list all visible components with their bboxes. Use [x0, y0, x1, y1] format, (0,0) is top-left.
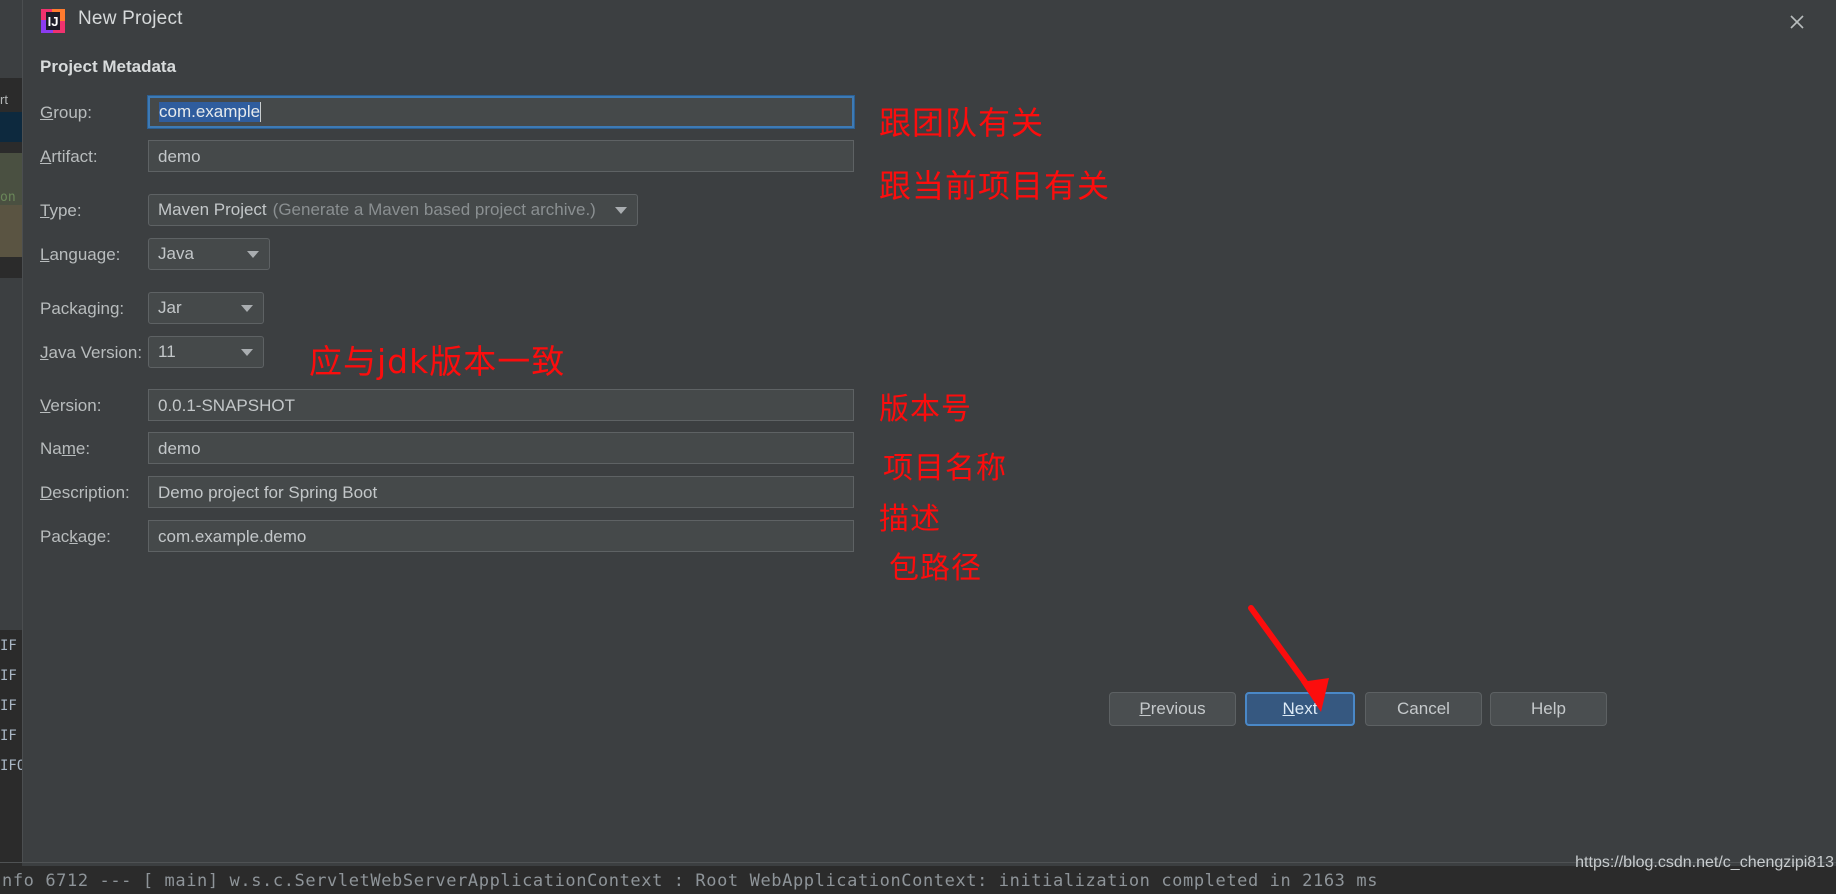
description-input[interactable]: Demo project for Spring Boot: [148, 476, 854, 508]
packaging-combo-value: Jar: [158, 298, 182, 317]
package-label-text: age:: [77, 527, 111, 546]
packaging-label: Packaging:: [40, 299, 124, 319]
group-input[interactable]: com.example: [147, 95, 855, 129]
description-input-value: Demo project for Spring Boot: [158, 482, 378, 502]
previous-button-mnemonic: P: [1139, 699, 1151, 718]
dialog-title: New Project: [78, 8, 183, 29]
type-combo-value: Maven Project: [158, 200, 267, 219]
cancel-button-label: Cancel: [1397, 699, 1450, 718]
java-version-label: Java Version:: [40, 343, 142, 363]
background-console-line: IF: [0, 668, 17, 684]
previous-button[interactable]: Previous: [1109, 692, 1236, 726]
project-name-label-pre: Na: [40, 439, 62, 458]
background-console-output: nfo 6712 --- [ main] w.s.c.ServletWebSer…: [0, 866, 1836, 894]
language-combo[interactable]: Java: [148, 238, 270, 270]
background-console-line: IF: [0, 638, 17, 654]
next-button-arrow-annotation: [1243, 600, 1353, 725]
group-label-mnemonic: G: [40, 103, 54, 122]
type-label-text: ype:: [49, 201, 82, 220]
background-editor-tab-label: rt: [0, 92, 8, 107]
new-project-dialog: IJ New Project Project Metadata Group: c…: [22, 0, 1836, 862]
background-green-code-text: on: [0, 190, 16, 205]
intellij-idea-icon: IJ: [40, 8, 66, 34]
type-combo-hint: (Generate a Maven based project archive.…: [272, 200, 596, 219]
description-label: Description:: [40, 483, 130, 503]
chevron-down-icon: [241, 305, 253, 312]
package-label-mnemonic: k: [69, 527, 78, 546]
watermark-url: https://blog.csdn.net/c_chengzipi813: [1575, 854, 1834, 871]
group-input-value: com.example: [159, 102, 261, 122]
artifact-label-text: rtifact:: [51, 147, 98, 166]
project-name-label-text: e:: [75, 439, 91, 458]
section-heading: Project Metadata: [40, 57, 177, 76]
artifact-input-value: demo: [158, 146, 201, 166]
language-combo-value: Java: [158, 244, 194, 263]
java-version-label-text: ava Version:: [48, 343, 143, 362]
group-label: Group:: [40, 103, 92, 123]
package-label: Package:: [40, 527, 111, 547]
version-annotation: 版本号: [879, 392, 972, 427]
previous-button-label: revious: [1150, 699, 1206, 718]
package-label-pre: Pac: [40, 527, 70, 546]
java-version-annotation: 应与jdk版本一致: [309, 342, 566, 381]
artifact-label-mnemonic: A: [40, 147, 52, 166]
chevron-down-icon: [615, 207, 627, 214]
group-label-text: roup:: [53, 103, 92, 122]
background-selected-row: [0, 112, 22, 142]
package-annotation: 包路径: [889, 551, 982, 586]
description-label-text: escription:: [52, 483, 130, 502]
packaging-combo[interactable]: Jar: [148, 292, 264, 324]
background-console-divider: [0, 862, 1836, 863]
description-annotation: 描述: [879, 502, 941, 537]
version-label-mnemonic: V: [40, 396, 51, 415]
project-name-input-value: demo: [158, 438, 201, 458]
package-input-value: com.example.demo: [158, 526, 307, 546]
text-caret: [260, 102, 262, 122]
version-input-value: 0.0.1-SNAPSHOT: [158, 395, 295, 415]
java-version-combo-value: 11: [158, 342, 176, 361]
background-console-line: IF: [0, 698, 17, 714]
java-version-label-mnemonic: J: [40, 343, 49, 362]
language-label: Language:: [40, 245, 120, 265]
dialog-titlebar: IJ New Project: [23, 0, 1836, 44]
packaging-label-text: ing:: [96, 299, 125, 318]
chevron-down-icon: [241, 349, 253, 356]
name-annotation: 项目名称: [883, 451, 1007, 486]
packaging-label-mnemonic: g: [87, 299, 97, 318]
background-tan-highlight-row: [0, 205, 22, 257]
background-console-output-text: nfo 6712 --- [ main] w.s.c.ServletWebSer…: [2, 871, 1379, 891]
project-name-input[interactable]: demo: [148, 432, 854, 464]
cancel-button[interactable]: Cancel: [1365, 692, 1482, 726]
java-version-combo[interactable]: 11: [148, 336, 264, 368]
help-button-label: Help: [1531, 699, 1566, 718]
artifact-annotation: 跟当前项目有关: [879, 167, 1111, 205]
close-icon[interactable]: [1781, 6, 1813, 38]
group-annotation: 跟团队有关: [879, 104, 1045, 142]
artifact-input[interactable]: demo: [148, 140, 854, 172]
type-combo[interactable]: Maven Project (Generate a Maven based pro…: [148, 194, 638, 226]
svg-text:IJ: IJ: [48, 14, 59, 29]
project-name-label: Name:: [40, 439, 90, 459]
background-console-line: IF: [0, 728, 17, 744]
help-button[interactable]: Help: [1490, 692, 1607, 726]
description-label-mnemonic: D: [40, 483, 53, 502]
version-label-text: ersion:: [50, 396, 102, 415]
artifact-label: Artifact:: [40, 147, 98, 167]
type-label: Type:: [40, 201, 82, 221]
version-input[interactable]: 0.0.1-SNAPSHOT: [148, 389, 854, 421]
version-label: Version:: [40, 396, 101, 416]
project-name-label-mnemonic: m: [61, 439, 76, 458]
language-label-text: anguage:: [49, 245, 121, 264]
packaging-label-pre: Packa: [40, 299, 88, 318]
background-console-line: IFO: [0, 758, 22, 774]
package-input[interactable]: com.example.demo: [148, 520, 854, 552]
chevron-down-icon: [247, 251, 259, 258]
